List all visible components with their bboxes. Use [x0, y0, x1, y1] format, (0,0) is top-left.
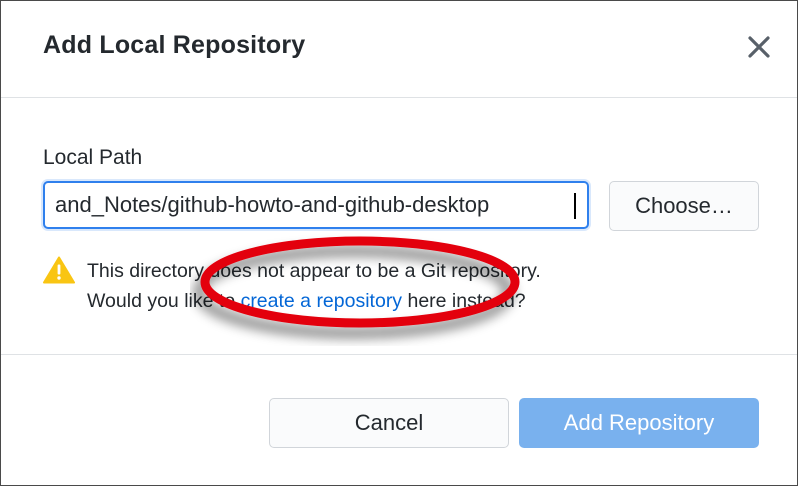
close-icon[interactable]	[743, 31, 775, 63]
local-path-input[interactable]	[43, 181, 589, 229]
dialog-header: Add Local Repository	[1, 1, 797, 98]
warning-icon	[43, 256, 75, 284]
cancel-button[interactable]: Cancel	[269, 398, 509, 448]
warning-line-1: This directory does not appear to be a G…	[87, 260, 541, 282]
add-local-repository-dialog: Add Local Repository Local Path Choose… …	[0, 0, 798, 486]
dialog-content: Local Path Choose… This directory does n…	[1, 98, 797, 355]
create-repository-link[interactable]: create a repository	[241, 290, 403, 312]
warning-line-2: Would you like to create a repository he…	[87, 286, 541, 316]
add-repository-button[interactable]: Add Repository	[519, 398, 759, 448]
warning-line-2-prefix: Would you like to	[87, 290, 241, 312]
warning-message: This directory does not appear to be a G…	[87, 256, 541, 316]
dialog-title: Add Local Repository	[43, 31, 306, 59]
text-caret	[574, 193, 576, 219]
warning-line-2-suffix: here instead?	[402, 290, 526, 312]
dialog-footer: Cancel Add Repository	[1, 355, 797, 485]
choose-button[interactable]: Choose…	[609, 181, 759, 231]
local-path-label: Local Path	[43, 146, 143, 169]
